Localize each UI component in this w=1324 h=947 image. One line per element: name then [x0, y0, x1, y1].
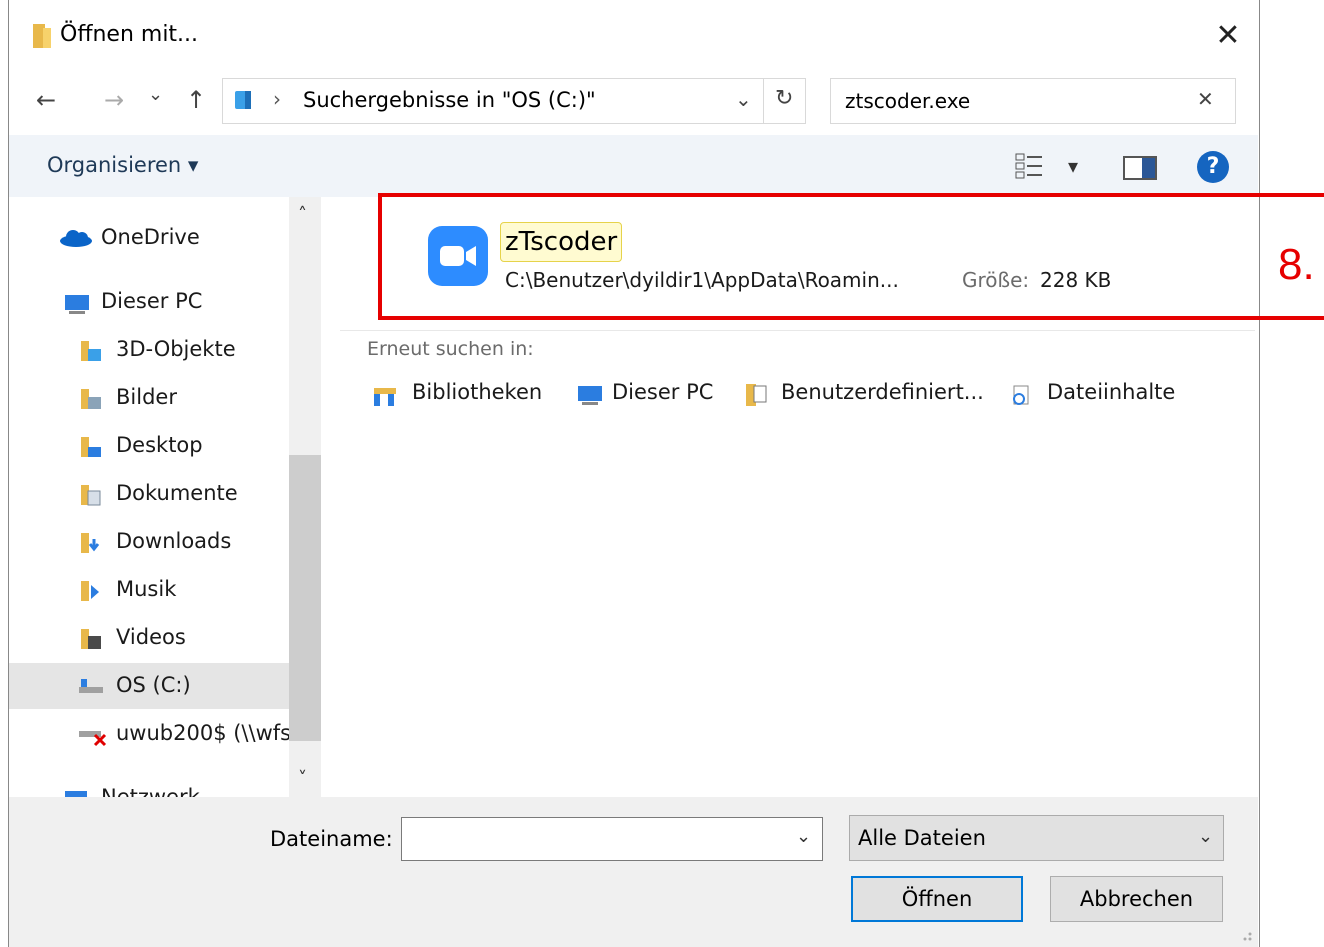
file-contents-search-icon [1013, 385, 1029, 405]
sidebar-item-label: Musik [116, 577, 177, 601]
computer-icon [65, 295, 89, 314]
sidebar-item-label: Dokumente [116, 481, 238, 505]
sidebar-item-label: Videos [116, 625, 186, 649]
sidebar-item-label: Downloads [116, 529, 232, 553]
sidebar-item-label: OneDrive [101, 225, 200, 249]
sidebar-item-label: Netzwerk [101, 785, 200, 797]
cloud-icon [60, 230, 92, 247]
documents-folder-icon [81, 485, 101, 506]
window-title: Öffnen mit... [60, 22, 199, 47]
view-options-icon[interactable] [1014, 152, 1046, 182]
sidebar-item-label: 3D-Objekte [116, 337, 236, 361]
sidebar-item-label: OS (C:) [116, 673, 191, 697]
open-button[interactable]: Öffnen [851, 876, 1023, 922]
resize-grip-icon[interactable] [1236, 925, 1254, 943]
music-folder-icon [81, 581, 99, 601]
help-button[interactable]: ? [1197, 151, 1229, 183]
file-type-dropdown-arrow: ⌄ [1198, 826, 1214, 847]
sidebar-item-os-c[interactable]: OS (C:) [9, 663, 289, 709]
up-button[interactable]: ↑ [186, 86, 206, 114]
disconnected-drive-icon [79, 731, 107, 747]
search-results-icon [235, 91, 251, 109]
sidebar-item-label: Bilder [116, 385, 177, 409]
annotation-highlight-box [378, 193, 1324, 320]
folder-icon [33, 24, 51, 48]
search-again-header: Erneut suchen in: [367, 338, 534, 360]
sidebar-scroll-thumb[interactable] [289, 455, 321, 741]
search-input[interactable] [843, 85, 1187, 117]
filename-label: Dateiname: [270, 827, 393, 851]
file-type-filter[interactable]: Alle Dateien ⌄ [849, 815, 1224, 861]
libraries-icon [374, 388, 396, 406]
pictures-folder-icon [81, 389, 101, 409]
sidebar-item-desktop[interactable]: Desktop [9, 423, 289, 469]
scroll-up-button[interactable]: ˄ [298, 204, 307, 225]
close-button[interactable]: ✕ [1208, 18, 1248, 58]
navigation-pane: OneDrive Dieser PC 3D-Objekte Bilder Des… [9, 197, 289, 797]
sidebar-item-documents[interactable]: Dokumente [9, 471, 289, 517]
sidebar-item-network-drive[interactable]: uwub200$ (\\wfs [9, 711, 289, 757]
clear-search-button[interactable]: ✕ [1197, 87, 1214, 111]
annotation-step-number: 8. [1278, 240, 1315, 289]
breadcrumb-current[interactable]: Suchergebnisse in "OS (C:)" [303, 88, 596, 112]
3d-objects-icon [81, 341, 101, 361]
network-icon [65, 791, 87, 797]
results-separator [340, 330, 1255, 331]
sidebar-item-videos[interactable]: Videos [9, 615, 289, 661]
back-button[interactable]: ← [36, 86, 56, 114]
search-again-label: Dieser PC [612, 380, 714, 404]
file-type-selected: Alle Dateien [858, 826, 986, 850]
organize-menu[interactable]: Organisieren ▾ [47, 153, 198, 177]
videos-folder-icon [81, 629, 101, 649]
forward-button[interactable]: → [104, 86, 124, 114]
view-dropdown-arrow[interactable]: ▾ [1068, 154, 1078, 178]
cancel-button[interactable]: Abbrechen [1050, 876, 1223, 922]
sidebar-item-label: Dieser PC [101, 289, 203, 313]
sidebar-item-3d-objects[interactable]: 3D-Objekte [9, 327, 289, 373]
search-again-label: Dateiinhalte [1047, 380, 1176, 404]
sidebar-item-label: Desktop [116, 433, 203, 457]
breadcrumb-separator: › [273, 87, 281, 111]
search-again-label: Bibliotheken [412, 380, 543, 404]
filename-input[interactable] [401, 817, 823, 861]
address-divider [763, 79, 764, 123]
computer-icon [578, 386, 602, 405]
sidebar-item-onedrive[interactable]: OneDrive [9, 215, 289, 261]
search-again-label: Benutzerdefiniert... [781, 380, 984, 404]
custom-folder-icon [746, 384, 767, 406]
desktop-folder-icon [81, 437, 101, 457]
preview-pane-icon[interactable] [1122, 155, 1158, 181]
address-dropdown[interactable]: ⌄ [735, 87, 752, 111]
sidebar-item-downloads[interactable]: Downloads [9, 519, 289, 565]
sidebar-item-network[interactable]: Netzwerk [9, 775, 289, 797]
sidebar-item-pictures[interactable]: Bilder [9, 375, 289, 421]
scroll-down-button[interactable]: ˅ [298, 768, 307, 789]
sidebar-item-this-pc[interactable]: Dieser PC [9, 279, 289, 325]
recent-locations-button[interactable]: ⌄ [148, 84, 163, 105]
address-bar[interactable]: › Suchergebnisse in "OS (C:)" ⌄ ↻ [222, 78, 806, 124]
downloads-folder-icon [81, 533, 100, 553]
sidebar-item-label: uwub200$ (\\wfs [116, 721, 289, 745]
drive-icon [79, 679, 103, 693]
search-box[interactable]: ✕ [830, 78, 1236, 124]
refresh-button[interactable]: ↻ [775, 86, 793, 111]
filename-dropdown-arrow[interactable]: ⌄ [796, 826, 811, 847]
sidebar-item-music[interactable]: Musik [9, 567, 289, 613]
